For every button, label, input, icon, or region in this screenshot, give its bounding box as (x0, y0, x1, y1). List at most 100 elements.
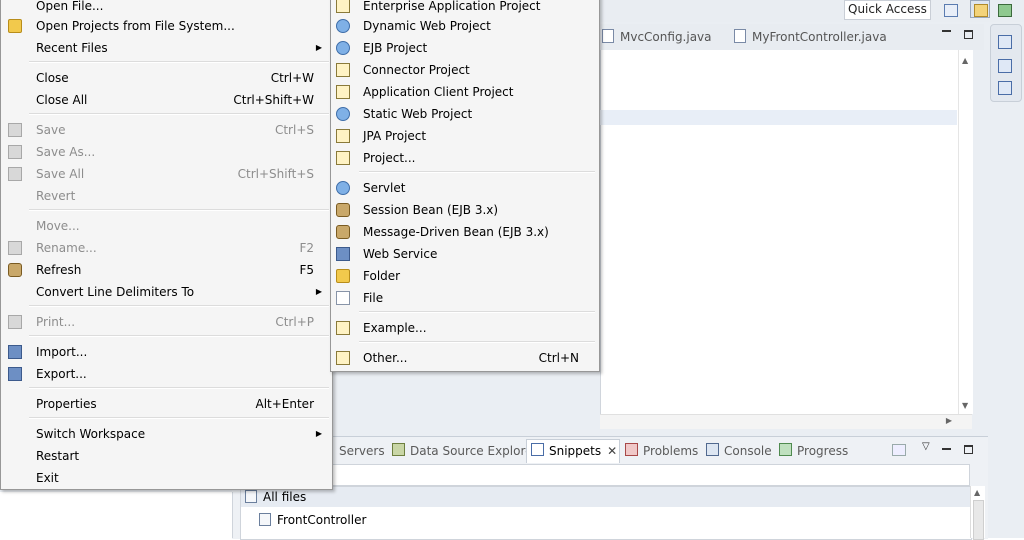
java-perspective-icon[interactable] (994, 0, 1014, 18)
tab-progress[interactable]: Progress (779, 443, 848, 459)
right-trim-stack (990, 24, 1022, 102)
tab-console[interactable]: Console (706, 443, 772, 459)
snippets-tree[interactable]: All files FrontController (240, 486, 972, 540)
view-menu-icon[interactable]: ▽ (922, 441, 930, 452)
menu-item-close[interactable]: Close Ctrl+W (1, 67, 332, 89)
menu-item-print[interactable]: Print... Ctrl+P (1, 311, 332, 333)
menu-item-open-projects[interactable]: Open Projects from File System... (1, 15, 332, 37)
menu-item-dynamic-web-project[interactable]: Dynamic Web Project (331, 15, 599, 37)
menu-item-recent-files[interactable]: Recent Files ▶ (1, 37, 332, 59)
outline-icon[interactable] (998, 59, 1012, 73)
menu-item-restart[interactable]: Restart (1, 445, 332, 467)
menu-separator (359, 341, 595, 343)
maximize-icon[interactable] (964, 30, 973, 39)
current-line-highlight (600, 110, 957, 125)
connector-project-icon (336, 63, 350, 77)
menu-item-save-all[interactable]: Save All Ctrl+Shift+S (1, 163, 332, 185)
problems-icon (625, 443, 638, 456)
message-driven-bean-icon (336, 225, 350, 239)
file-menu: Open File... Open Projects from File Sys… (0, 0, 333, 490)
menu-item-properties[interactable]: Properties Alt+Enter (1, 393, 332, 415)
app-client-project-icon (336, 85, 350, 99)
tab-servers[interactable]: Servers (330, 443, 385, 459)
open-perspective-icon[interactable] (940, 0, 960, 18)
menu-item-other[interactable]: Other... Ctrl+N (331, 347, 599, 369)
minimize-icon[interactable] (942, 448, 951, 450)
menu-item-convert-line-delimiters[interactable]: Convert Line Delimiters To ▶ (1, 281, 332, 303)
restore-icon[interactable] (998, 35, 1012, 49)
data-source-icon (392, 443, 405, 456)
menu-separator (29, 417, 329, 419)
tab-problems[interactable]: Problems (625, 443, 698, 459)
menu-item-move[interactable]: Move... (1, 215, 332, 237)
session-bean-icon (336, 203, 350, 217)
web-project-icon (336, 19, 350, 33)
tab-label: Console (724, 444, 772, 458)
editor-horizontal-scrollbar[interactable]: ▶ (600, 414, 972, 429)
menu-item-message-driven-bean[interactable]: Message-Driven Bean (EJB 3.x) (331, 221, 599, 243)
new-submenu: Enterprise Application Project Dynamic W… (330, 0, 600, 372)
menu-item-refresh[interactable]: Refresh F5 (1, 259, 332, 281)
menu-item-folder[interactable]: Folder (331, 265, 599, 287)
menu-item-jpa-project[interactable]: JPA Project (331, 125, 599, 147)
tree-item-all-files[interactable]: All files (245, 489, 306, 505)
file-icon (336, 291, 350, 305)
menu-item-static-web-project[interactable]: Static Web Project (331, 103, 599, 125)
menu-item-switch-workspace[interactable]: Switch Workspace ▶ (1, 423, 332, 445)
menu-item-export[interactable]: Export... (1, 363, 332, 385)
maximize-icon[interactable] (964, 445, 973, 454)
customize-icon[interactable] (892, 444, 906, 456)
menu-item-servlet[interactable]: Servlet (331, 177, 599, 199)
menu-item-import[interactable]: Import... (1, 341, 332, 363)
close-icon[interactable]: ✕ (607, 444, 617, 458)
menu-item-session-bean[interactable]: Session Bean (EJB 3.x) (331, 199, 599, 221)
menu-item-example[interactable]: Example... (331, 317, 599, 339)
print-icon (8, 315, 22, 329)
tab-label: Servers (339, 444, 385, 458)
rename-icon (8, 241, 22, 255)
java-file-icon (602, 29, 614, 43)
minimize-icon[interactable] (942, 30, 951, 32)
menu-item-web-service[interactable]: Web Service (331, 243, 599, 265)
editor-tab-mvcconfig[interactable]: MvcConfig.java (602, 28, 712, 46)
editor-tab-label: MyFrontController.java (752, 30, 887, 44)
editor-area[interactable] (600, 50, 973, 414)
menu-item-application-client-project[interactable]: Application Client Project (331, 81, 599, 103)
editor-vertical-scrollbar[interactable]: ▲ ▼ (958, 50, 973, 414)
menu-item-project[interactable]: Project... (331, 147, 599, 169)
project-icon (336, 151, 350, 165)
quick-access-field[interactable]: Quick Access (844, 0, 931, 20)
task-list-icon[interactable] (998, 81, 1012, 95)
refresh-icon (8, 263, 22, 277)
menu-item-save[interactable]: Save Ctrl+S (1, 119, 332, 141)
save-as-icon (8, 145, 22, 159)
left-view-area (0, 492, 233, 538)
menu-item-connector-project[interactable]: Connector Project (331, 59, 599, 81)
tab-snippets[interactable]: Snippets ✕ (531, 443, 617, 459)
tab-label: Problems (643, 444, 699, 458)
submenu-arrow-icon: ▶ (315, 43, 322, 52)
jee-perspective-icon[interactable] (970, 0, 990, 18)
snippets-scrollbar[interactable]: ▲ (970, 486, 985, 540)
tree-header (241, 487, 971, 507)
menu-item-close-all[interactable]: Close All Ctrl+Shift+W (1, 89, 332, 111)
tree-item-frontcontroller[interactable]: FrontController (259, 512, 366, 528)
tab-label: Data Source Explorer (410, 444, 538, 458)
tab-data-source-explorer[interactable]: Data Source Explorer (392, 443, 537, 459)
menu-item-save-as[interactable]: Save As... (1, 141, 332, 163)
folder-icon (8, 19, 22, 33)
ear-project-icon (336, 0, 350, 13)
menu-separator (29, 61, 329, 63)
menu-item-rename[interactable]: Rename... F2 (1, 237, 332, 259)
menu-separator (29, 335, 329, 337)
save-icon (8, 123, 22, 137)
submenu-arrow-icon: ▶ (315, 429, 322, 438)
menu-separator (359, 311, 595, 313)
menu-item-revert[interactable]: Revert (1, 185, 332, 207)
ejb-project-icon (336, 41, 350, 55)
menu-item-exit[interactable]: Exit (1, 467, 332, 489)
menu-item-file[interactable]: File (331, 287, 599, 309)
editor-tab-myfrontcontroller[interactable]: MyFrontController.java (734, 28, 887, 46)
static-web-project-icon (336, 107, 350, 121)
menu-item-ejb-project[interactable]: EJB Project (331, 37, 599, 59)
